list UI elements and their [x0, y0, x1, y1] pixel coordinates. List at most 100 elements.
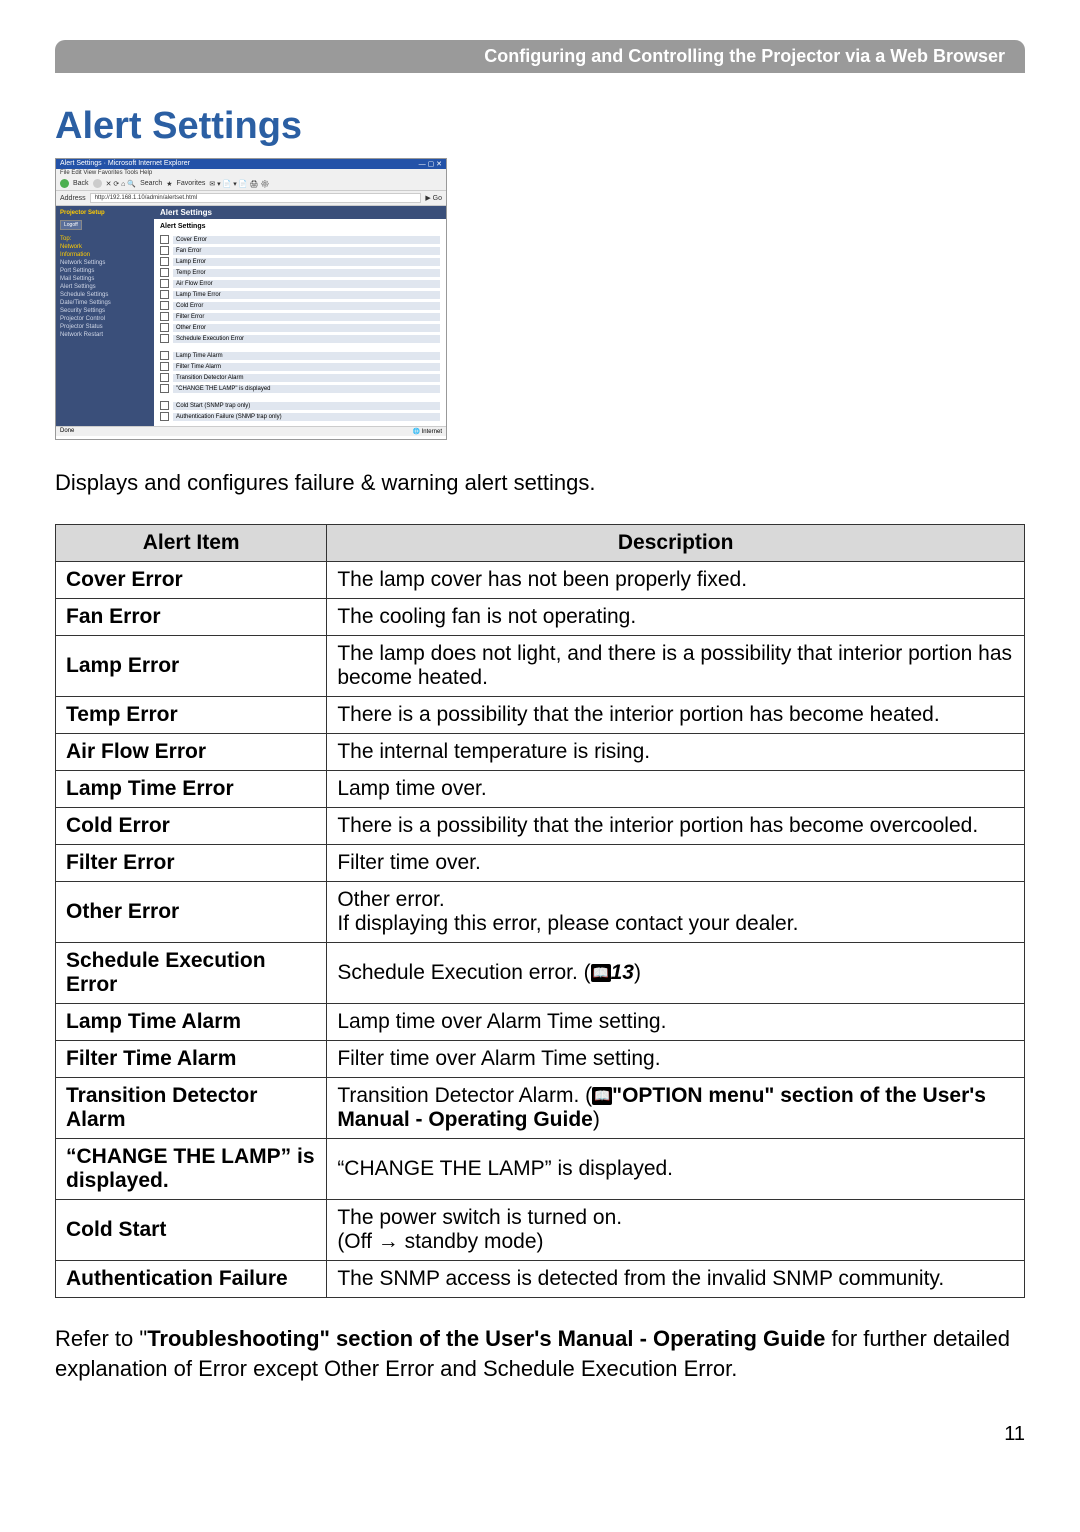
ss-alert-label: Filter Time Alarm	[173, 363, 440, 371]
ss-alert-row: Lamp Time Alarm	[154, 350, 446, 361]
ss-window-title: Alert Settings · Microsoft Internet Expl…	[60, 160, 190, 168]
alert-item-cell: Lamp Time Error	[56, 771, 327, 808]
toolbar-extra-icons: ✉ ▾ 📄 ▾ 📄 🖨 ⚙	[209, 180, 269, 188]
ss-alert-row: Cover Error	[154, 234, 446, 245]
table-row: Fan ErrorThe cooling fan is not operatin…	[56, 599, 1025, 636]
footnote: Refer to "Troubleshooting" section of th…	[55, 1324, 1025, 1383]
ss-sidebar-link: Information	[60, 252, 150, 258]
checkbox-icon	[160, 384, 169, 393]
alert-item-cell: Fan Error	[56, 599, 327, 636]
table-row: Temp ErrorThere is a possibility that th…	[56, 697, 1025, 734]
table-row: Cover ErrorThe lamp cover has not been p…	[56, 562, 1025, 599]
manual-icon: 📖	[591, 964, 611, 982]
ss-address-label: Address	[60, 195, 86, 202]
ss-sidebar-item: Alert Settings	[60, 284, 150, 290]
alert-item-cell: Air Flow Error	[56, 734, 327, 771]
ss-sidebar-item: Security Settings	[60, 308, 150, 314]
table-row: Other ErrorOther error.If displaying thi…	[56, 882, 1025, 943]
alert-desc-cell: The lamp cover has not been properly fix…	[327, 562, 1025, 599]
ss-alert-row: Fan Error	[154, 245, 446, 256]
col-header-item: Alert Item	[56, 525, 327, 562]
ss-sidebar-item: Network Restart	[60, 332, 150, 338]
alert-desc-cell: The lamp does not light, and there is a …	[327, 636, 1025, 697]
alert-item-cell: Cold Error	[56, 808, 327, 845]
ss-alert-label: Air Flow Error	[173, 280, 440, 288]
alert-desc-cell: There is a possibility that the interior…	[327, 808, 1025, 845]
alert-desc-cell: The internal temperature is rising.	[327, 734, 1025, 771]
alert-item-cell: Schedule Execution Error	[56, 943, 327, 1004]
alert-desc-cell: Lamp time over.	[327, 771, 1025, 808]
ss-alert-row: Cold Start (SNMP trap only)	[154, 400, 446, 411]
alert-desc-cell: Schedule Execution error. (📖13)	[327, 943, 1025, 1004]
ss-statusbar: Done 🌐 Internet	[56, 426, 446, 436]
ss-alert-label: Fan Error	[173, 247, 440, 255]
ss-status-left: Done	[60, 428, 74, 435]
ss-alert-row: Cold Error	[154, 300, 446, 311]
ss-address-field: http://192.168.1.10/admin/alertset.html	[90, 193, 422, 203]
ss-alert-row: Lamp Error	[154, 256, 446, 267]
alert-item-cell: Other Error	[56, 882, 327, 943]
ss-search-label: Search	[140, 180, 162, 187]
alert-desc-cell: The SNMP access is detected from the inv…	[327, 1261, 1025, 1298]
footnote-pre: Refer to "	[55, 1326, 147, 1351]
ss-body: Projector Setup Logoff Top:NetworkInform…	[56, 206, 446, 426]
manual-icon: 📖	[592, 1087, 612, 1105]
ss-sidebar-item: Date/Time Settings	[60, 300, 150, 306]
ss-alert-label: Cover Error	[173, 236, 440, 244]
table-row: Air Flow ErrorThe internal temperature i…	[56, 734, 1025, 771]
manual-ref-bold: "OPTION menu" section of the User's Manu…	[337, 1084, 986, 1131]
ss-setup-title: Projector Setup	[60, 210, 150, 216]
ss-alert-row: Schedule Execution Error	[154, 333, 446, 344]
alert-desc-cell: Lamp time over Alarm Time setting.	[327, 1004, 1025, 1041]
alert-desc-cell: “CHANGE THE LAMP” is displayed.	[327, 1139, 1025, 1200]
ss-alert-row: Other Error	[154, 322, 446, 333]
checkbox-icon	[160, 412, 169, 421]
ss-window-controls: — ▢ ✕	[419, 160, 442, 168]
ss-address-bar: Address http://192.168.1.10/admin/alerts…	[56, 191, 446, 206]
alert-desc-cell: Filter time over Alarm Time setting.	[327, 1041, 1025, 1078]
intro-text: Displays and configures failure & warnin…	[55, 470, 1025, 496]
checkbox-icon	[160, 334, 169, 343]
alert-item-cell: Transition Detector Alarm	[56, 1078, 327, 1139]
ss-alert-label: Schedule Execution Error	[173, 335, 440, 343]
ss-sidebar: Projector Setup Logoff Top:NetworkInform…	[56, 206, 154, 426]
checkbox-icon	[160, 257, 169, 266]
ss-go-button: ▶ Go	[425, 194, 442, 202]
ss-sidebar-link: Network	[60, 244, 150, 250]
alert-desc-cell: The power switch is turned on.(Off → sta…	[327, 1200, 1025, 1261]
alert-desc-cell: Transition Detector Alarm. (📖"OPTION men…	[327, 1078, 1025, 1139]
table-row: “CHANGE THE LAMP” is displayed.“CHANGE T…	[56, 1139, 1025, 1200]
ss-main: Alert Settings Alert Settings Cover Erro…	[154, 206, 446, 426]
ss-sidebar-item: Schedule Settings	[60, 292, 150, 298]
col-header-desc: Description	[327, 525, 1025, 562]
alert-item-cell: “CHANGE THE LAMP” is displayed.	[56, 1139, 327, 1200]
alert-item-cell: Cold Start	[56, 1200, 327, 1261]
table-row: Lamp Time ErrorLamp time over.	[56, 771, 1025, 808]
ss-alert-label: Lamp Time Error	[173, 291, 440, 299]
table-row: Filter ErrorFilter time over.	[56, 845, 1025, 882]
checkbox-icon	[160, 362, 169, 371]
ss-alert-label: Temp Error	[173, 269, 440, 277]
table-row: Filter Time AlarmFilter time over Alarm …	[56, 1041, 1025, 1078]
forward-icon	[93, 179, 102, 188]
ss-alert-label: Filter Error	[173, 313, 440, 321]
alert-desc-cell: Filter time over.	[327, 845, 1025, 882]
ss-sidebar-item: Port Settings	[60, 268, 150, 274]
ss-alert-label: Cold Start (SNMP trap only)	[173, 402, 440, 410]
table-row: Lamp Time AlarmLamp time over Alarm Time…	[56, 1004, 1025, 1041]
ss-alert-label: Authentication Failure (SNMP trap only)	[173, 413, 440, 421]
ss-sidebar-link: Top:	[60, 236, 150, 242]
alert-item-cell: Filter Time Alarm	[56, 1041, 327, 1078]
table-row: Cold StartThe power switch is turned on.…	[56, 1200, 1025, 1261]
ss-status-right: 🌐 Internet	[413, 428, 443, 435]
ss-menubar: File Edit View Favorites Tools Help	[56, 169, 446, 177]
page-number: 11	[55, 1423, 1025, 1446]
checkbox-icon	[160, 373, 169, 382]
ss-sub-header: Alert Settings	[154, 219, 446, 234]
alert-item-cell: Lamp Error	[56, 636, 327, 697]
checkbox-icon	[160, 268, 169, 277]
ss-fav-label: Favorites	[177, 180, 206, 187]
ss-alert-label: Transition Detector Alarm	[173, 374, 440, 382]
ss-alert-row: Transition Detector Alarm	[154, 372, 446, 383]
ss-back-label: Back	[73, 180, 89, 187]
